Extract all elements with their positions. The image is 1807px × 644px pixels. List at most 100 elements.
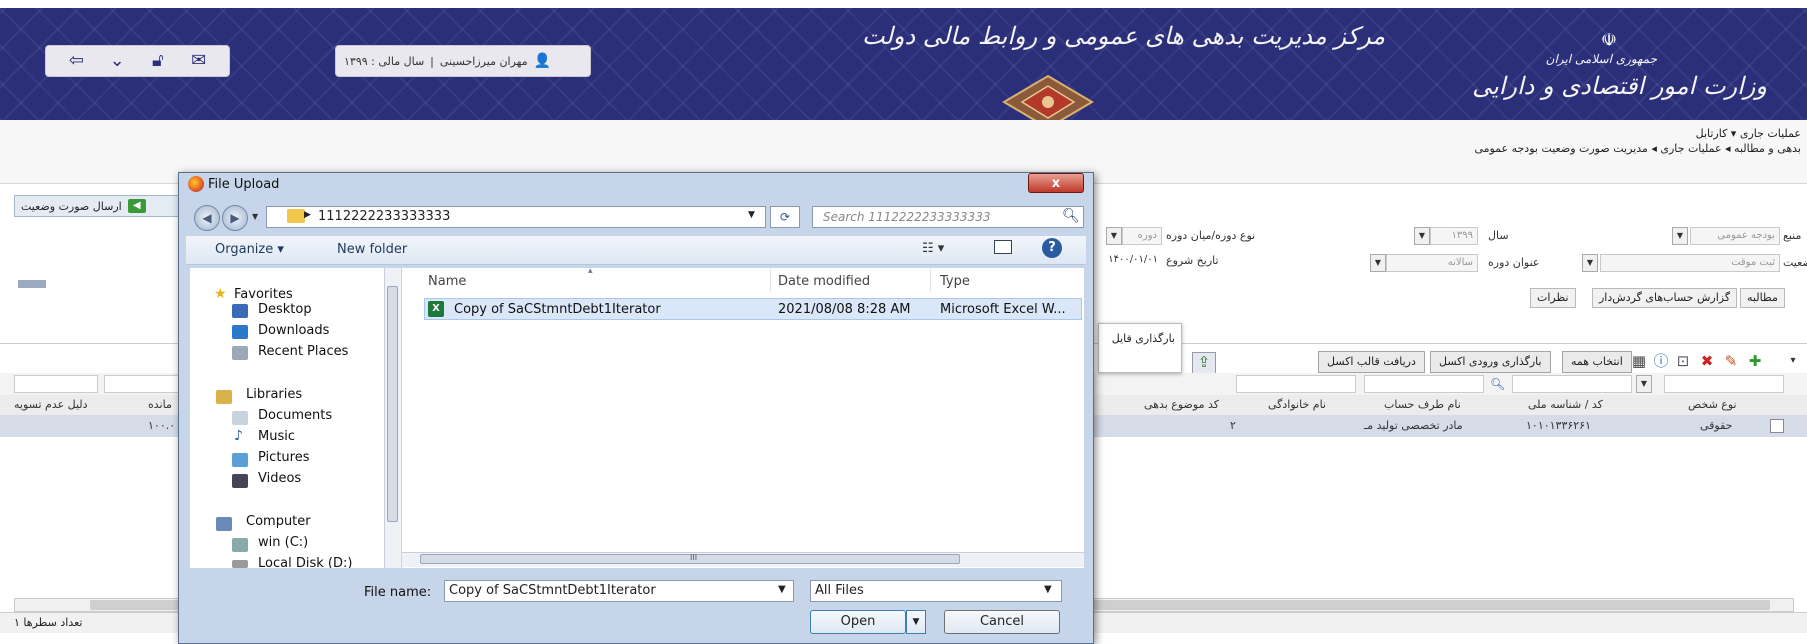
file-name[interactable]: Copy of SaCStmntDebt1Iterator <box>454 302 661 317</box>
period-type-dropdown[interactable]: ▼ <box>1106 227 1122 245</box>
nav-videos[interactable]: Videos <box>258 471 301 486</box>
period-title-label: عنوان دوره <box>1488 256 1540 269</box>
reason-filter[interactable] <box>14 375 98 393</box>
col-subject-code[interactable]: کد موضوع بدهی <box>1144 398 1219 411</box>
nav-libraries[interactable]: Libraries <box>246 387 302 402</box>
back-icon[interactable]: ◀ <box>194 205 220 231</box>
send-statement-button[interactable]: ◀ ارسال صورت وضعیت <box>14 195 184 217</box>
view-options-icon[interactable]: ☷ ▾ <box>922 241 944 256</box>
col-reason[interactable]: دلیل عدم تسویه <box>14 398 88 411</box>
cancel-button[interactable]: Cancel <box>944 610 1060 634</box>
breadcrumb-line1[interactable]: عملیات جاری ▾ کارتابل <box>1474 126 1801 141</box>
report-icon[interactable]: ▦ <box>1630 352 1648 370</box>
dropdown-icon[interactable]: ⌄ <box>105 50 129 72</box>
col-separator[interactable] <box>930 268 931 292</box>
file-name-dropdown-icon[interactable]: ▼ <box>778 584 786 595</box>
year-dropdown[interactable]: ▼ <box>1414 227 1430 245</box>
nav-music[interactable]: Music <box>258 429 295 444</box>
period-title-field[interactable]: سالانه <box>1386 254 1478 272</box>
download-excel-template-button[interactable]: دریافت قالب اکسل <box>1318 351 1425 373</box>
nav-drive-d[interactable]: Local Disk (D:) <box>258 556 352 568</box>
source-dropdown[interactable]: ▼ <box>1672 227 1688 245</box>
help-icon[interactable]: ? <box>1042 238 1062 258</box>
upload-excel-input-button[interactable]: بارگذاری ورودی اکسل <box>1430 351 1551 373</box>
emblem-icon: ☫ <box>1600 30 1617 51</box>
new-folder-button[interactable]: New folder <box>337 242 407 257</box>
col-separator[interactable] <box>770 268 771 292</box>
back-arrow-icon: ◀ <box>127 199 146 213</box>
forward-icon[interactable]: ▶ <box>222 205 248 231</box>
nav-recent-places[interactable]: Recent Places <box>258 344 348 359</box>
lock-icon[interactable]: 🔓︎ <box>146 50 170 72</box>
open-button[interactable]: Open <box>810 610 906 634</box>
person-type-filter-dropdown[interactable]: ▼ <box>1636 375 1652 393</box>
cell-party-name: مادر تخصصی تولید مـ <box>1364 419 1463 432</box>
file-date: 2021/08/08 8:28 AM <box>778 302 911 317</box>
party-name-filter[interactable] <box>1364 375 1484 393</box>
source-field[interactable]: بودجه عمومی <box>1690 227 1780 245</box>
nav-desktop[interactable]: Desktop <box>258 302 312 317</box>
mail-icon[interactable]: ✉ <box>187 50 211 72</box>
nav-computer[interactable]: Computer <box>246 514 311 529</box>
collapse-button[interactable] <box>18 280 46 288</box>
nav-scrollbar-thumb[interactable] <box>387 286 398 522</box>
col-surname[interactable]: نام خانوادگی <box>1268 398 1326 411</box>
organize-button[interactable]: Organize ▾ <box>215 242 284 257</box>
refresh-icon[interactable]: ⟳ <box>770 206 800 228</box>
search-icon[interactable]: 🔍︎ <box>1062 208 1080 224</box>
info-icon[interactable]: ⓘ <box>1652 352 1670 370</box>
period-title-dropdown[interactable]: ▼ <box>1370 254 1386 272</box>
col-balance[interactable]: مانده <box>148 398 172 411</box>
status-dropdown[interactable]: ▼ <box>1582 254 1598 272</box>
breadcrumb-arrow-icon[interactable]: ▶ <box>304 210 311 220</box>
add-icon[interactable]: ✚ <box>1746 352 1764 370</box>
view-icon[interactable]: ⊡ <box>1674 352 1692 370</box>
year-field[interactable]: ۱۳۹۹ <box>1430 227 1478 245</box>
history-dropdown-icon[interactable]: ▼ <box>252 212 258 221</box>
start-date-label: تاریخ شروع <box>1166 254 1219 267</box>
search-icon[interactable]: 🔍︎ <box>1490 377 1505 391</box>
file-type-dropdown-icon[interactable]: ▼ <box>1044 584 1052 595</box>
open-options-icon[interactable]: ▼ <box>906 610 926 634</box>
col-national-id[interactable]: کد / شناسه ملی <box>1528 398 1603 411</box>
surname-filter[interactable] <box>1236 375 1356 393</box>
tab-claims[interactable]: مطالبه <box>1740 288 1785 308</box>
nav-documents[interactable]: Documents <box>258 408 332 423</box>
file-type-select[interactable]: All Files <box>810 580 1062 602</box>
start-date-field[interactable]: ۱۴۰۰/۰۱/۰۱ <box>1104 252 1162 270</box>
music-icon: ♪ <box>234 428 243 444</box>
nav-drive-c[interactable]: win (C:) <box>258 535 308 550</box>
address-dropdown-icon[interactable]: ▼ <box>748 210 755 220</box>
file-name-input[interactable]: Copy of SaCStmntDebt1Iterator <box>444 580 794 602</box>
col-date-modified[interactable]: Date modified <box>778 274 870 289</box>
col-person-type[interactable]: نوع شخص <box>1688 398 1737 411</box>
delete-icon[interactable]: ✖ <box>1698 352 1716 370</box>
person-type-filter[interactable] <box>1664 375 1784 393</box>
edit-icon[interactable]: ✎ <box>1722 352 1740 370</box>
balance-filter[interactable] <box>104 375 184 393</box>
upload-file-icon[interactable]: ⇪ <box>1192 352 1216 374</box>
search-input[interactable]: Search 1112222233333333 <box>812 206 1084 228</box>
address-path[interactable]: 1112222233333333 <box>318 209 450 224</box>
close-button[interactable]: x <box>1028 173 1084 193</box>
row-checkbox[interactable] <box>1770 419 1784 433</box>
nav-pictures[interactable]: Pictures <box>258 450 309 465</box>
menu-dropdown-icon[interactable]: ▾ <box>1784 352 1802 370</box>
select-all-button[interactable]: انتخاب همه <box>1562 351 1632 373</box>
nav-favorites[interactable]: Favorites <box>234 287 293 302</box>
period-type-label: نوع دوره/میان دوره <box>1166 229 1256 242</box>
col-type[interactable]: Type <box>940 274 970 289</box>
breadcrumb-line2[interactable]: بدهی و مطالبه ◂ عملیات جاری ◂ مدیریت صور… <box>1474 141 1801 156</box>
status-field[interactable]: ثبت موقت <box>1600 254 1780 272</box>
drive-d-icon <box>232 560 248 568</box>
period-type-field[interactable]: دوره <box>1122 227 1162 245</box>
firefox-icon <box>188 176 204 192</box>
tab-comments[interactable]: نظرات <box>1530 288 1576 308</box>
preview-pane-icon[interactable] <box>994 240 1012 254</box>
logout-icon[interactable]: ⇦ <box>64 50 88 72</box>
col-name[interactable]: Name <box>428 274 466 289</box>
col-party-name[interactable]: نام طرف حساب <box>1384 398 1461 411</box>
nav-downloads[interactable]: Downloads <box>258 323 329 338</box>
tab-revolving-accounts-report[interactable]: گزارش حساب‌های گردش‌دار <box>1592 288 1738 308</box>
national-id-filter[interactable] <box>1512 375 1632 393</box>
